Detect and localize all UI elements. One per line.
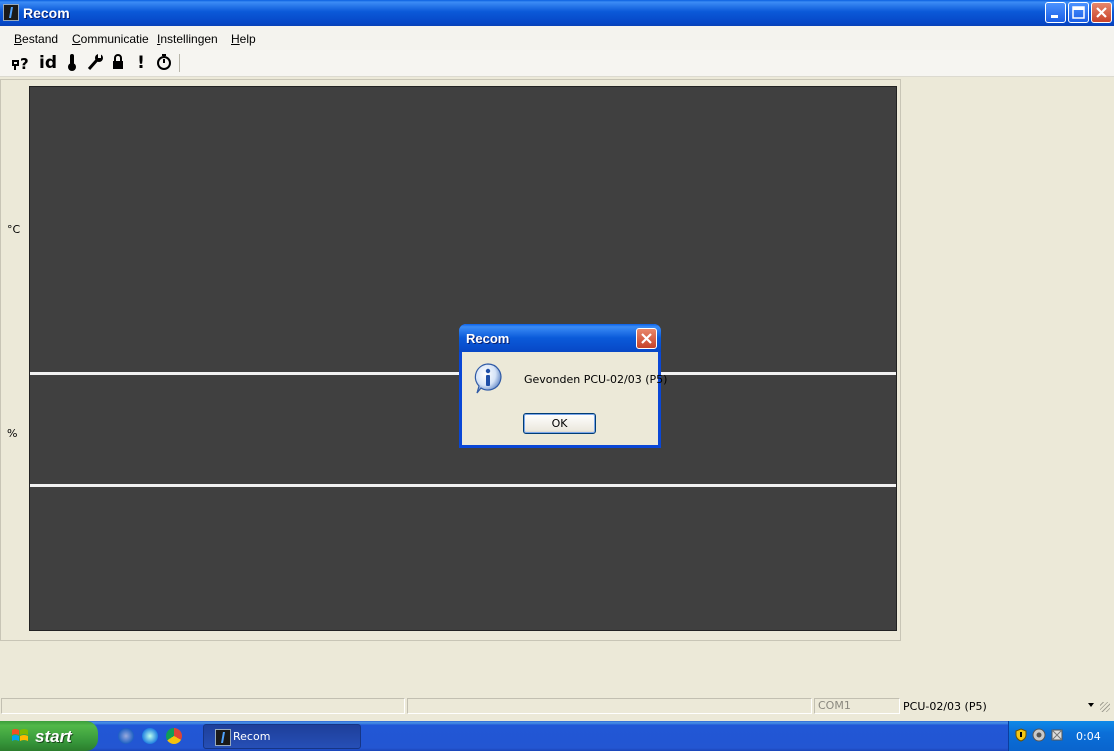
lock-button[interactable] [109,52,127,74]
vmware-tools-icon[interactable] [1050,728,1064,742]
humidity-axis-label: % [7,427,18,440]
toolbar-separator [179,54,180,72]
chevron-down-icon[interactable] [1088,703,1094,707]
device-select[interactable]: PCU-02/03 (P5) [903,700,987,713]
clock: 0:04 [1076,730,1101,743]
status-field-1 [1,698,405,714]
toolbar: ? id ! [0,50,1114,77]
wrench-button[interactable] [85,52,105,74]
information-icon [474,363,502,394]
thermometer-button[interactable] [63,52,81,74]
dialog-message: Gevonden PCU-02/03 (P5) [524,373,668,386]
minimize-icon [1051,15,1058,18]
stopwatch-icon [157,54,171,70]
quicklaunch-chrome-icon[interactable] [166,728,182,744]
dialog-close-button[interactable] [636,328,657,349]
stopwatch-button[interactable] [154,52,174,74]
wrench-icon [87,54,103,70]
menu-communicatie[interactable]: Communicatie [72,32,149,46]
taskbar-item-label: Recom [233,730,271,743]
start-label: start [35,727,72,746]
svg-text:?: ? [20,55,29,73]
minimize-button[interactable] [1045,2,1066,23]
window-title: Recom [23,5,70,21]
status-field-2 [407,698,812,714]
connect-query-icon: ? [12,55,29,73]
menu-help[interactable]: Help [231,32,256,46]
close-icon [641,333,652,344]
maximize-button[interactable] [1068,2,1089,23]
menu-bar: Bestand Communicatie Instellingen Help [0,26,1114,50]
quicklaunch-ie-old-icon[interactable] [118,728,134,744]
menu-bestand[interactable]: Bestand [14,32,58,46]
thermometer-icon [68,54,76,71]
maximize-icon [1072,6,1085,19]
ok-button[interactable]: OK [523,413,596,434]
status-port: COM1 [814,698,900,714]
network-icon[interactable] [1032,728,1046,742]
windows-flag-icon [12,729,28,741]
title-bar: Recom [0,0,1114,26]
recom-task-icon [215,729,231,746]
lock-icon [113,54,123,69]
close-button[interactable] [1091,2,1112,23]
resize-grip[interactable] [1100,702,1110,712]
dialog-title: Recom [466,331,510,346]
chart-divider-lower [30,484,896,487]
connect-query-button[interactable]: ? [9,52,31,74]
alarm-button[interactable]: ! [133,52,149,74]
id-button[interactable]: id [37,52,59,74]
close-icon [1096,7,1107,18]
temperature-axis-label: °C [7,223,21,236]
quicklaunch-ie-icon[interactable] [142,728,158,744]
security-shield-icon[interactable] [1014,728,1028,742]
recom-app-icon[interactable] [3,4,19,21]
menu-instellingen[interactable]: Instellingen [157,32,218,46]
